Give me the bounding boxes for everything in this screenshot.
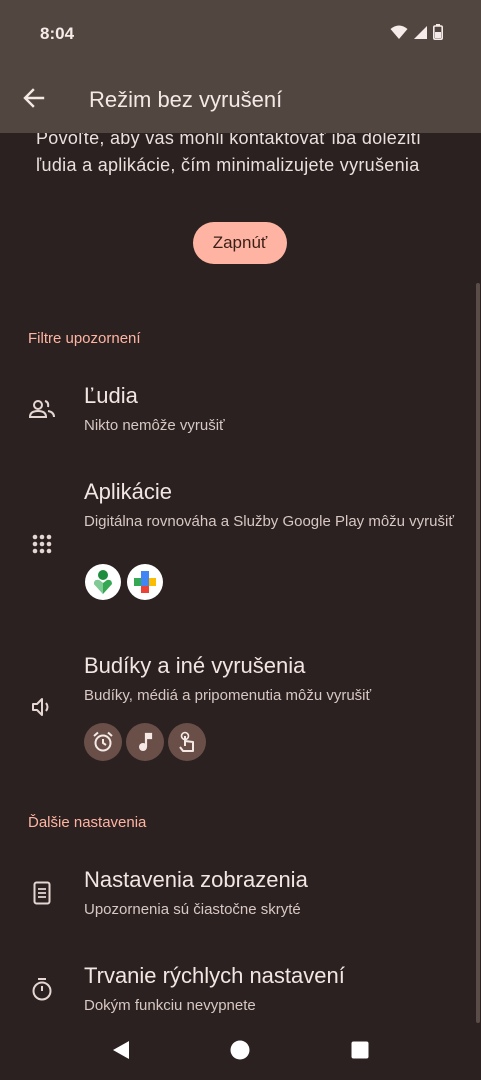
nav-home-icon xyxy=(230,1040,250,1065)
arrow-back-icon xyxy=(23,87,45,113)
duration-subtitle: Dokým funkciu nevypnete xyxy=(84,997,256,1014)
battery-icon xyxy=(433,24,443,45)
nav-recents-icon xyxy=(351,1041,369,1064)
back-button[interactable] xyxy=(16,82,52,118)
music-note-icon xyxy=(126,723,164,761)
alarms-title: Budíky a iné vyrušenia xyxy=(84,653,306,678)
duration-title: Trvanie rýchlych nastavení xyxy=(84,963,345,988)
signal-icon xyxy=(413,25,428,45)
people-icon xyxy=(28,395,56,423)
people-title: Ľudia xyxy=(84,383,138,408)
intro-description: Povoľte, aby vás mohli kontaktovať iba d… xyxy=(36,133,422,175)
display-settings-item[interactable]: Nastavenia zobrazenia Upozornenia sú čia… xyxy=(0,853,481,933)
display-settings-subtitle: Upozornenia sú čiastočne skryté xyxy=(84,901,301,918)
digital-wellbeing-icon xyxy=(85,564,121,600)
wifi-icon xyxy=(390,25,408,45)
status-time: 8:04 xyxy=(40,24,75,43)
app-bar: Režim bez vyrušení xyxy=(0,68,481,133)
navigation-bar xyxy=(0,1023,481,1080)
alarms-item[interactable]: Budíky a iné vyrušenia Budíky, médiá a p… xyxy=(0,641,481,761)
scrollbar[interactable] xyxy=(476,283,480,1023)
nav-recents-button[interactable] xyxy=(349,1041,371,1063)
quick-settings-duration-item[interactable]: Trvanie rýchlych nastavení Dokým funkciu… xyxy=(0,949,481,1023)
nav-home-button[interactable] xyxy=(229,1040,251,1065)
nav-back-button[interactable] xyxy=(110,1040,132,1065)
status-icons xyxy=(390,24,443,45)
turn-on-button[interactable]: Zapnúť xyxy=(193,222,287,264)
apps-grid-icon xyxy=(28,530,56,558)
nav-back-icon xyxy=(112,1040,130,1065)
timer-icon xyxy=(28,975,56,1003)
alarms-subtitle: Budíky, médiá a pripomenutia môžu vyruši… xyxy=(84,687,372,704)
apps-subtitle: Digitálna rovnováha a Služby Google Play… xyxy=(84,513,454,530)
section-header-filters: Filtre upozornení xyxy=(28,330,141,347)
phone-display-icon xyxy=(28,879,56,907)
status-bar: 8:04 xyxy=(0,0,481,68)
google-play-services-icon xyxy=(127,564,163,600)
page-title: Režim bez vyrušení xyxy=(89,87,283,112)
settings-content[interactable]: Povoľte, aby vás mohli kontaktovať iba d… xyxy=(0,133,481,1023)
people-subtitle: Nikto nemôže vyrušiť xyxy=(84,417,225,434)
section-header-more: Ďalšie nastavenia xyxy=(28,814,147,831)
alarm-clock-icon xyxy=(84,723,122,761)
apps-item[interactable]: Aplikácie Digitálna rovnováha a Služby G… xyxy=(0,473,481,613)
people-item[interactable]: Ľudia Nikto nemôže vyrušiť xyxy=(0,369,481,449)
apps-title: Aplikácie xyxy=(84,479,173,504)
volume-icon xyxy=(28,693,56,721)
display-settings-title: Nastavenia zobrazenia xyxy=(84,867,308,892)
touch-icon xyxy=(168,723,206,761)
